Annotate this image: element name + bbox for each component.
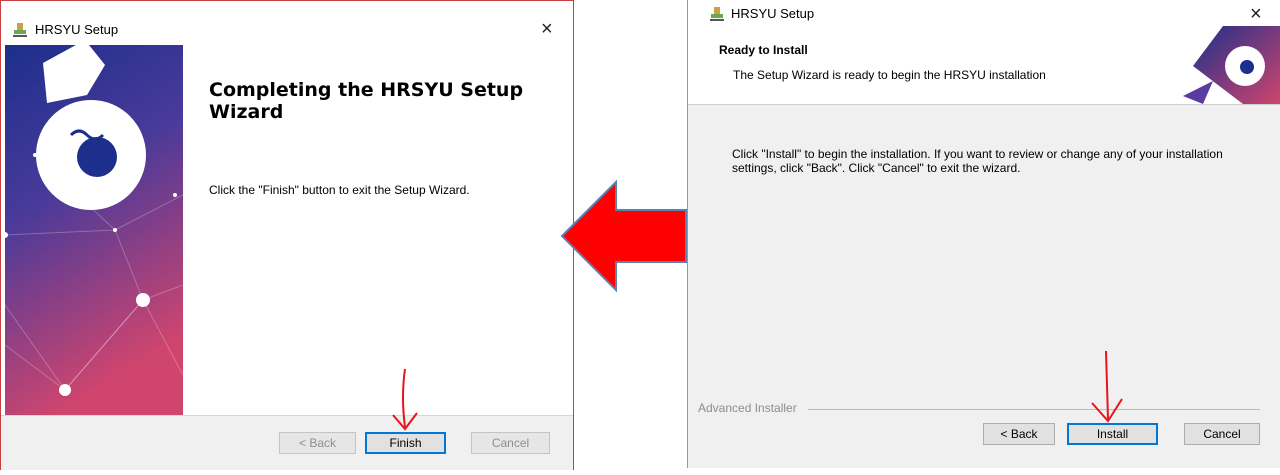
left-button-bar: < Back Finish Cancel: [1, 415, 573, 470]
completion-heading: Completing the HRSYU Setup Wizard: [209, 79, 524, 123]
app-icon: [13, 23, 27, 37]
cancel-button[interactable]: Cancel: [1184, 423, 1260, 445]
completion-message: Click the "Finish" button to exit the Se…: [209, 183, 470, 197]
header-logo-image: [1183, 26, 1280, 104]
header-subtitle: The Setup Wizard is ready to begin the H…: [733, 68, 1046, 82]
header-title: Ready to Install: [719, 43, 808, 57]
back-button[interactable]: < Back: [983, 423, 1055, 445]
back-button[interactable]: < Back: [279, 432, 356, 454]
left-setup-window: HRSYU Setup × Completing the HRSYU Setup…: [0, 0, 574, 470]
big-red-arrow: [560, 180, 687, 292]
footer-divider: [808, 409, 1260, 410]
install-instructions: Click "Install" to begin the installatio…: [732, 147, 1223, 175]
right-content-area: Click "Install" to begin the installatio…: [688, 105, 1280, 468]
close-icon[interactable]: ×: [541, 19, 553, 39]
right-window-title: HRSYU Setup: [731, 6, 815, 21]
right-header-banner: Ready to Install The Setup Wizard is rea…: [688, 26, 1280, 105]
advanced-installer-label: Advanced Installer: [698, 401, 801, 415]
left-title-bar[interactable]: HRSYU Setup ×: [1, 1, 573, 43]
right-setup-window: HRSYU Setup × Ready to Install The Setup…: [687, 0, 1280, 468]
wizard-banner-image: [5, 45, 183, 415]
left-window-title: HRSYU Setup: [35, 22, 119, 37]
close-icon[interactable]: ×: [1250, 4, 1262, 24]
cancel-button[interactable]: Cancel: [471, 432, 550, 454]
app-icon: [710, 7, 724, 21]
annotation-arrow-finish: [392, 368, 418, 431]
annotation-arrow-install: [1091, 350, 1123, 423]
